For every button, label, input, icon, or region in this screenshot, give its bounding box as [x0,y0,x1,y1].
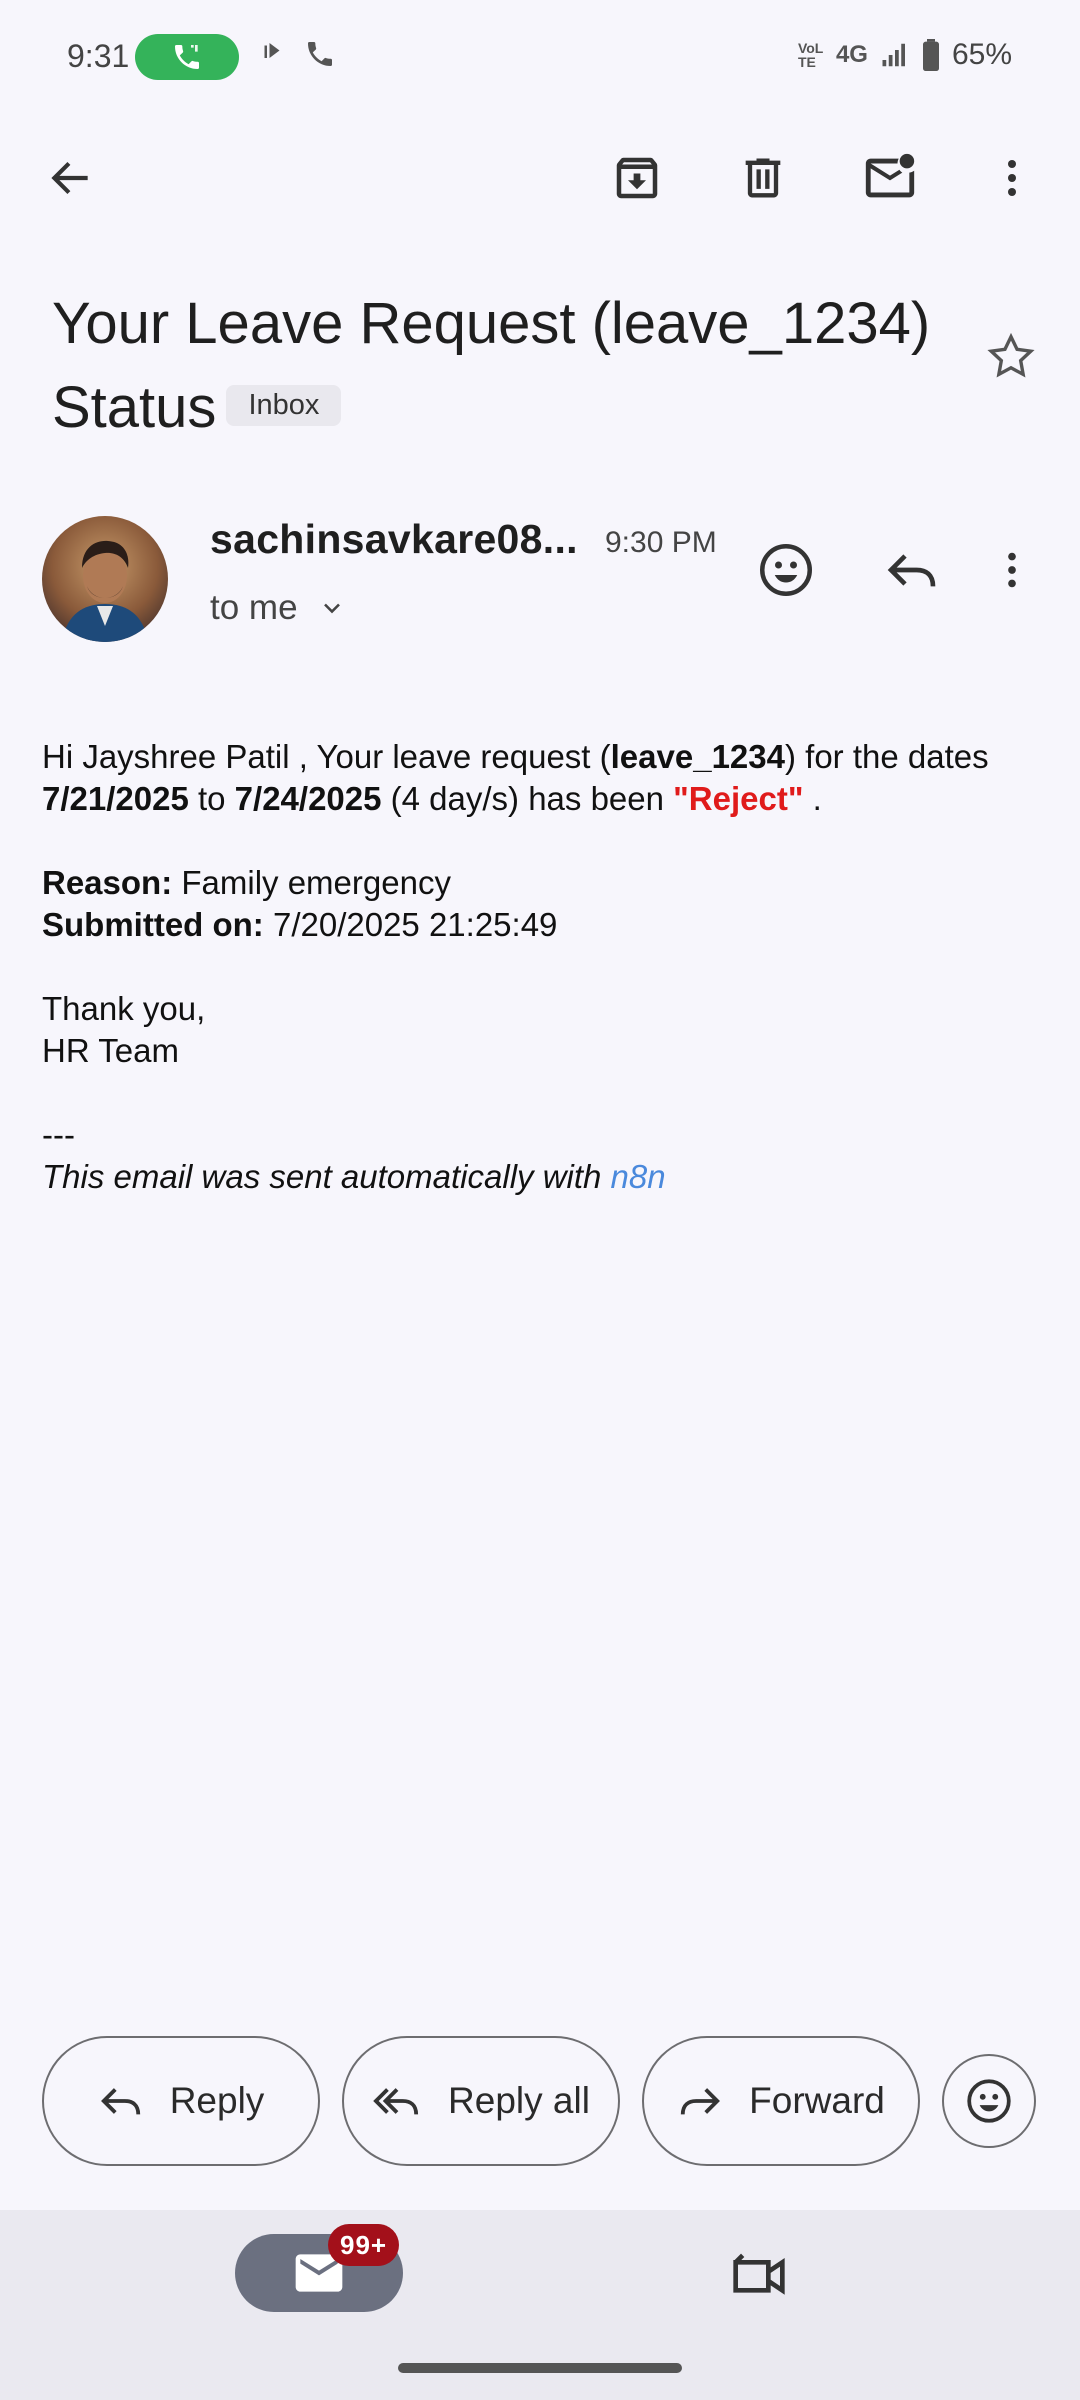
arrow-left-icon [51,161,88,195]
inbox-label-chip[interactable]: Inbox [226,385,342,427]
chevron-down-icon [323,603,340,614]
react-button[interactable] [942,2054,1036,2148]
to-word: to [188,780,235,817]
reason-value: Family emergency [172,864,451,901]
reply-icon-button[interactable] [872,530,952,610]
network-type: 4G [835,41,868,68]
video-camera-icon [733,2253,785,2295]
greeting-text: Hi Jayshree Patil , Your leave request ( [42,738,611,775]
ongoing-call-indicator[interactable] [135,34,239,80]
recipient-details-toggle[interactable]: to me [210,588,346,628]
recipient-label: to me [210,588,298,627]
reply-icon [100,2088,140,2115]
more-options-button[interactable] [974,140,1050,216]
n8n-link[interactable]: n8n [611,1158,666,1195]
more-vert-icon [1008,552,1016,588]
sender-avatar[interactable] [42,516,168,642]
status-right: VoLTE 4G 65% [798,38,1012,72]
phone-icon [308,42,332,66]
reply-all-icon [373,2088,419,2115]
separator: --- [42,1116,75,1153]
submitted-label: Submitted on: [42,906,264,943]
volte-indicator: VoLTE [797,40,824,70]
add-reaction-button[interactable] [746,530,826,610]
mail-unread-icon [865,153,915,198]
dates-intro: ) for the dates [785,738,989,775]
body-footer: --- This email was sent automatically wi… [42,1114,1042,1198]
more-vert-icon [1008,160,1016,196]
reply-all-button[interactable]: Reply all [342,2036,620,2166]
period: . [803,780,822,817]
forward-button[interactable]: Forward [642,2036,920,2166]
archive-button[interactable] [599,140,675,216]
end-date: 7/24/2025 [234,780,382,817]
delete-button[interactable] [725,140,801,216]
avatar-photo [42,516,168,642]
reply-button[interactable]: Reply [42,2036,320,2166]
request-id: leave_1234 [610,738,785,775]
footer-text: This email was sent automatically with [42,1158,611,1195]
duration-text: (4 day/s) has been [381,780,674,817]
email-subject: Your Leave Request (leave_1234) Status In… [52,282,952,450]
subject-text: Your Leave Request (leave_1234) Status [52,291,931,440]
star-button[interactable] [984,330,1038,389]
body-signoff: Thank you, HR Team [42,988,1042,1072]
reply-all-label: Reply all [448,2080,590,2121]
mark-unread-button[interactable] [852,140,928,216]
phone-call-icon [175,45,199,69]
unread-count-badge: 99+ [328,2224,400,2266]
forward-icon [680,2088,721,2115]
body-paragraph-status: Hi Jayshree Patil , Your leave request (… [42,736,1042,820]
reason-label: Reason: [42,864,173,901]
signoff-line: Thank you, [42,990,206,1027]
reply-icon [887,554,936,587]
forward-label: Forward [749,2080,885,2121]
reply-label: Reply [169,2080,265,2121]
archive-icon [616,157,658,199]
submitted-value: 7/20/2025 21:25:49 [263,906,558,943]
email-body: Hi Jayshree Patil , Your leave request (… [42,736,1042,1198]
sender-name[interactable]: sachinsavkare08... [210,516,578,563]
nav-meet-tab[interactable] [728,2246,790,2307]
battery-icon [922,39,939,71]
body-paragraph-details: Reason: Family emergency Submitted on: 7… [42,862,1042,946]
request-status: "Reject" [673,780,804,817]
bluetooth-call-icon [264,43,280,58]
back-button[interactable] [33,140,109,216]
trash-icon [745,158,781,198]
emoji-icon [760,544,812,596]
emoji-icon [967,2079,1011,2123]
start-date: 7/21/2025 [42,780,189,817]
message-more-button[interactable] [982,530,1042,610]
email-time: 9:30 PM [605,526,717,559]
home-indicator[interactable] [398,2363,682,2373]
battery-percent: 65% [951,38,1012,71]
status-time: 9:31 [67,38,130,74]
status-bar: 9:31 VoLTE 4G 65% [0,0,1080,115]
star-outline-icon [987,332,1035,378]
signature: HR Team [42,1032,179,1069]
signal-icon [882,43,905,67]
